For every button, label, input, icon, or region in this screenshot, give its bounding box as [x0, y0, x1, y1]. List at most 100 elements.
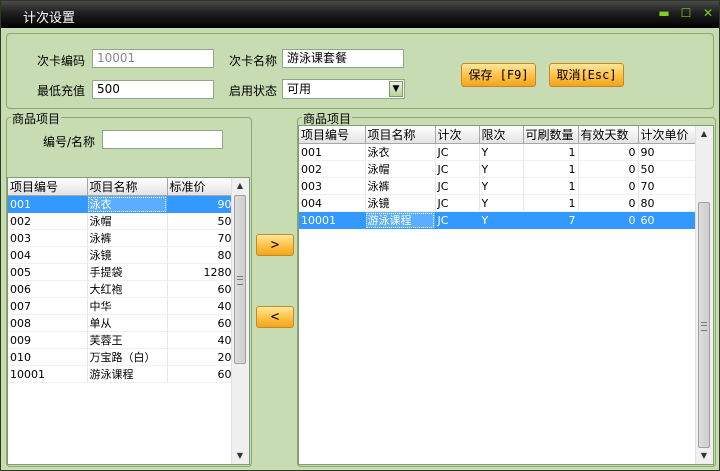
table-row[interactable]: 10001 游泳课程 JC Y 7 0 60 — [299, 211, 698, 229]
table-cell[interactable]: 004 — [299, 194, 366, 212]
table-row[interactable]: 005 手提袋 1280 — [8, 263, 235, 281]
table-cell[interactable]: 1280 — [167, 263, 235, 281]
table-row[interactable]: 004 泳镜 80 — [8, 246, 235, 264]
table-cell[interactable]: 003 — [299, 177, 366, 195]
table-cell[interactable]: 万宝路（白） — [87, 348, 168, 366]
table-cell[interactable]: 001 — [299, 143, 366, 161]
right-grid-scrollbar[interactable]: ▲ ▼ — [695, 126, 713, 464]
table-cell[interactable]: 泳衣 — [87, 195, 168, 213]
column-header[interactable]: 限次 — [479, 126, 524, 144]
table-cell[interactable]: 005 — [8, 263, 88, 281]
table-cell[interactable]: 泳衣 — [365, 143, 436, 161]
table-cell[interactable]: 50 — [167, 212, 235, 230]
table-cell[interactable]: 80 — [167, 246, 235, 264]
table-cell[interactable]: 泳镜 — [87, 246, 168, 264]
table-cell[interactable]: 中华 — [87, 297, 168, 315]
table-cell[interactable]: 0 — [578, 143, 639, 161]
table-cell[interactable]: 007 — [8, 297, 88, 315]
add-item-button[interactable]: > — [256, 234, 294, 256]
chevron-down-icon[interactable]: ▼ — [389, 81, 403, 97]
table-row[interactable]: 008 单从 60 — [8, 314, 235, 332]
table-cell[interactable]: 泳镜 — [365, 194, 436, 212]
table-cell[interactable]: Y — [479, 160, 524, 178]
table-row[interactable]: 006 大红袍 60 — [8, 280, 235, 298]
table-cell[interactable]: 泳帽 — [365, 160, 436, 178]
card-code-input[interactable]: 10001 — [92, 49, 214, 68]
table-cell[interactable]: 001 — [8, 195, 88, 213]
table-cell[interactable]: JC — [435, 143, 480, 161]
table-row[interactable]: 003 泳裤 JC Y 1 0 70 — [299, 177, 698, 195]
column-header[interactable]: 项目名称 — [87, 178, 168, 196]
table-cell[interactable]: 0 — [578, 160, 639, 178]
table-cell[interactable]: 004 — [8, 246, 88, 264]
table-cell[interactable]: 002 — [8, 212, 88, 230]
table-row[interactable]: 003 泳裤 70 — [8, 229, 235, 247]
table-cell[interactable]: JC — [435, 211, 480, 229]
table-cell[interactable]: 50 — [638, 160, 698, 178]
scroll-thumb[interactable] — [234, 195, 246, 364]
table-cell[interactable]: 10001 — [299, 211, 366, 229]
table-cell[interactable]: 003 — [8, 229, 88, 247]
table-cell[interactable]: 7 — [523, 211, 579, 229]
table-cell[interactable]: 70 — [638, 177, 698, 195]
code-name-search-input[interactable] — [102, 130, 223, 149]
scroll-thumb[interactable] — [698, 202, 710, 448]
remove-item-button[interactable]: < — [256, 306, 294, 328]
column-header[interactable]: 标准价 — [167, 178, 235, 196]
min-recharge-input[interactable]: 500 — [92, 80, 214, 99]
table-cell[interactable]: 0 — [578, 194, 639, 212]
close-icon[interactable]: ✕ — [701, 6, 715, 20]
table-row[interactable]: 002 泳帽 JC Y 1 0 50 — [299, 160, 698, 178]
table-cell[interactable]: 90 — [167, 195, 235, 213]
table-cell[interactable]: Y — [479, 143, 524, 161]
table-cell[interactable]: 009 — [8, 331, 88, 349]
table-cell[interactable]: 60 — [167, 365, 235, 383]
save-button[interactable]: 保存 [F9] — [461, 63, 536, 87]
table-cell[interactable]: 60 — [167, 314, 235, 332]
table-cell[interactable]: 006 — [8, 280, 88, 298]
scroll-down-icon[interactable]: ▼ — [232, 448, 248, 464]
table-row[interactable]: 001 泳衣 90 — [8, 195, 235, 213]
table-cell[interactable]: 手提袋 — [87, 263, 168, 281]
table-cell[interactable]: 泳裤 — [365, 177, 436, 195]
table-cell[interactable]: 游泳课程 — [87, 365, 168, 383]
table-cell[interactable]: 1 — [523, 177, 579, 195]
table-cell[interactable]: 90 — [638, 143, 698, 161]
table-cell[interactable]: 80 — [638, 194, 698, 212]
maximize-icon[interactable]: ☐ — [679, 6, 693, 20]
scroll-down-icon[interactable]: ▼ — [696, 448, 712, 464]
table-cell[interactable]: 游泳课程 — [365, 211, 436, 229]
table-cell[interactable]: 1 — [523, 143, 579, 161]
card-name-input[interactable]: 游泳课套餐 — [282, 49, 404, 68]
title-bar[interactable]: 计次设置 ▬ ☐ ✕ — [1, 1, 719, 28]
table-cell[interactable]: 40 — [167, 331, 235, 349]
table-row[interactable]: 007 中华 40 — [8, 297, 235, 315]
column-header[interactable]: 项目编号 — [8, 178, 88, 196]
table-cell[interactable]: 芙蓉王 — [87, 331, 168, 349]
table-cell[interactable]: 单从 — [87, 314, 168, 332]
table-cell[interactable]: JC — [435, 160, 480, 178]
table-cell[interactable]: 泳裤 — [87, 229, 168, 247]
table-cell[interactable]: 1 — [523, 160, 579, 178]
table-cell[interactable]: 10001 — [8, 365, 88, 383]
left-grid-scrollbar[interactable]: ▲ ▼ — [231, 178, 249, 464]
table-cell[interactable]: 010 — [8, 348, 88, 366]
table-cell[interactable]: Y — [479, 194, 524, 212]
table-cell[interactable]: 40 — [167, 297, 235, 315]
table-cell[interactable]: 0 — [578, 177, 639, 195]
table-row[interactable]: 004 泳镜 JC Y 1 0 80 — [299, 194, 698, 212]
table-cell[interactable]: JC — [435, 177, 480, 195]
cancel-button[interactable]: 取消[Esc] — [549, 63, 624, 87]
table-cell[interactable]: Y — [479, 211, 524, 229]
table-row[interactable]: 009 芙蓉王 40 — [8, 331, 235, 349]
column-header[interactable]: 计次 — [435, 126, 480, 144]
column-header[interactable]: 项目编号 — [299, 126, 366, 144]
table-cell[interactable]: 008 — [8, 314, 88, 332]
column-header[interactable]: 计次单价 — [638, 126, 698, 144]
table-cell[interactable]: 60 — [638, 211, 698, 229]
column-header[interactable]: 可刷数量 — [523, 126, 579, 144]
table-cell[interactable]: 60 — [167, 280, 235, 298]
table-cell[interactable]: 002 — [299, 160, 366, 178]
table-cell[interactable]: 大红袍 — [87, 280, 168, 298]
table-cell[interactable]: 20 — [167, 348, 235, 366]
